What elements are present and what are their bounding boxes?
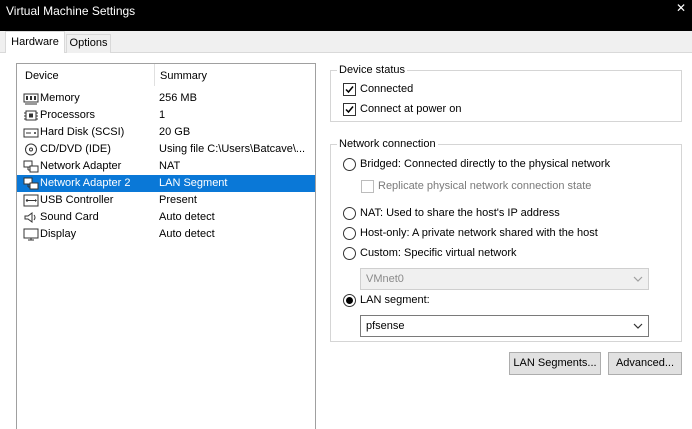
device-row-cd-dvd[interactable]: CD/DVD (IDE) Using file C:\Users\Batcave…: [17, 141, 315, 158]
speaker-icon: [24, 212, 36, 223]
device-summary: 20 GB: [159, 126, 191, 138]
radio-circle[interactable]: [343, 158, 356, 171]
device-status-title: Device status: [337, 64, 408, 76]
device-row-network-adapter-2[interactable]: Network Adapter 2 LAN Segment: [17, 175, 315, 192]
device-row-usb-controller[interactable]: USB Controller Present: [17, 192, 315, 209]
radio-circle[interactable]: [343, 207, 356, 220]
device-row-sound-card[interactable]: Sound Card Auto detect: [17, 209, 315, 226]
network-connection-title: Network connection: [337, 138, 438, 150]
device-summary: Using file C:\Users\Batcave\...: [159, 143, 306, 155]
connected-checkbox[interactable]: Connected: [343, 82, 543, 98]
device-status-group: Device status Connected Connect at power…: [330, 64, 682, 122]
checkbox-box[interactable]: [343, 83, 356, 96]
device-summary: Auto detect: [159, 211, 215, 223]
lan-segment-select[interactable]: pfsense: [360, 315, 649, 337]
host-only-radio[interactable]: Host-only: A private network shared with…: [343, 226, 673, 242]
network-connection-group: Network connection Bridged: Connected di…: [330, 138, 682, 342]
tab-content: Device Summary Memory 256 MB Processors …: [0, 53, 692, 429]
device-row-memory[interactable]: Memory 256 MB: [17, 90, 315, 107]
device-name: USB Controller: [40, 194, 114, 206]
column-header-device[interactable]: Device: [25, 70, 59, 82]
custom-radio[interactable]: Custom: Specific virtual network: [343, 246, 673, 262]
custom-network-value: VMnet0: [366, 273, 404, 285]
bridged-radio[interactable]: Bridged: Connected directly to the physi…: [343, 157, 673, 173]
tab-bar: Hardware Options: [0, 31, 692, 53]
network-adapter-icon: [23, 160, 39, 173]
replicate-label: Replicate physical network connection st…: [378, 180, 592, 192]
connect-at-power-on-label: Connect at power on: [360, 103, 462, 115]
custom-label: Custom: Specific virtual network: [360, 247, 517, 259]
column-header-summary[interactable]: Summary: [154, 64, 207, 86]
chevron-down-icon: [633, 276, 643, 282]
checkmark-icon: [345, 86, 354, 94]
lan-segment-value: pfsense: [366, 320, 405, 332]
lan-segment-radio[interactable]: LAN segment:: [343, 293, 673, 309]
lan-segment-label: LAN segment:: [360, 294, 430, 306]
device-row-display[interactable]: Display Auto detect: [17, 226, 315, 243]
device-summary: Present: [159, 194, 197, 206]
checkbox-box[interactable]: [343, 103, 356, 116]
radio-circle[interactable]: [343, 294, 356, 307]
device-row-network-adapter[interactable]: Network Adapter NAT: [17, 158, 315, 175]
device-list-header: Device Summary: [17, 64, 315, 89]
bridged-label: Bridged: Connected directly to the physi…: [360, 158, 611, 170]
custom-network-select[interactable]: VMnet0: [360, 268, 649, 290]
replicate-checkbox[interactable]: Replicate physical network connection st…: [361, 179, 661, 195]
host-only-label: Host-only: A private network shared with…: [360, 227, 598, 239]
hard-disk-icon: [23, 128, 39, 138]
device-name: Network Adapter: [40, 160, 122, 172]
monitor-icon: [23, 228, 39, 241]
device-name: Hard Disk (SCSI): [40, 126, 125, 138]
connected-label: Connected: [360, 83, 414, 95]
device-list: Device Summary Memory 256 MB Processors …: [16, 63, 316, 429]
checkbox-box[interactable]: [361, 180, 374, 193]
window-titlebar: Virtual Machine Settings ✕: [0, 0, 692, 31]
tab-hardware[interactable]: Hardware: [5, 31, 65, 53]
device-name: Sound Card: [40, 211, 99, 223]
radio-circle[interactable]: [343, 247, 356, 260]
usb-icon: [23, 194, 39, 207]
processor-icon: [24, 110, 38, 121]
device-row-hard-disk[interactable]: Hard Disk (SCSI) 20 GB: [17, 124, 315, 141]
lan-segments-button[interactable]: LAN Segments...: [509, 352, 601, 375]
device-row-processors[interactable]: Processors 1: [17, 107, 315, 124]
device-name: Processors: [40, 109, 96, 121]
device-name: CD/DVD (IDE): [40, 143, 111, 155]
advanced-button[interactable]: Advanced...: [608, 352, 682, 375]
memory-icon: [23, 93, 39, 105]
device-name: Display: [40, 228, 77, 240]
tab-options[interactable]: Options: [66, 34, 111, 53]
cd-dvd-icon: [25, 143, 37, 156]
device-summary: Auto detect: [159, 228, 215, 240]
device-summary: 1: [159, 109, 166, 121]
nat-radio[interactable]: NAT: Used to share the host's IP address: [343, 206, 673, 222]
window-title: Virtual Machine Settings: [6, 4, 136, 18]
device-summary: 256 MB: [159, 92, 197, 104]
nat-label: NAT: Used to share the host's IP address: [360, 207, 560, 219]
radio-circle[interactable]: [343, 227, 356, 240]
checkmark-icon: [345, 106, 354, 114]
device-summary: LAN Segment: [159, 177, 228, 189]
close-icon[interactable]: ✕: [676, 2, 686, 14]
network-adapter-icon: [23, 177, 39, 190]
device-name: Memory: [40, 92, 80, 104]
chevron-down-icon: [633, 323, 643, 329]
connect-at-power-on-checkbox[interactable]: Connect at power on: [343, 102, 543, 118]
device-summary: NAT: [159, 160, 181, 172]
device-name: Network Adapter 2: [40, 177, 131, 189]
